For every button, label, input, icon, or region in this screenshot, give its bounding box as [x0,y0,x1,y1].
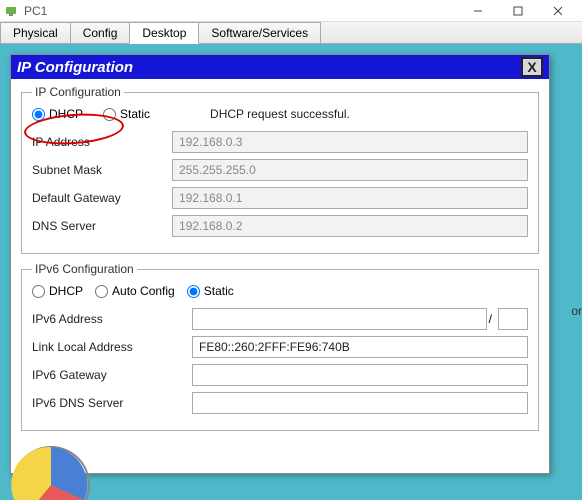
ipv6-dns-input[interactable] [192,392,528,414]
window-buttons [458,1,578,21]
subnet-mask-input[interactable] [172,159,528,181]
dialog-title: IP Configuration [17,59,133,76]
tab-physical[interactable]: Physical [0,22,71,43]
pie-chart-icon[interactable] [6,440,96,500]
dns-label: DNS Server [32,219,172,233]
ipv6-dhcp-radio[interactable]: DHCP [32,284,83,298]
static-label: Static [120,107,150,121]
tab-bar: Physical Config Desktop Software/Service… [0,22,582,44]
ipv6-configuration-group: IPv6 Configuration DHCP Auto Config Stat… [21,262,539,431]
dhcp-label: DHCP [49,107,83,121]
ipv6-dns-label: IPv6 DNS Server [32,396,192,410]
ip-config-legend: IP Configuration [32,85,124,99]
link-local-label: Link Local Address [32,340,192,354]
ipv6-config-legend: IPv6 Configuration [32,262,137,276]
gateway-input[interactable] [172,187,528,209]
ipv6-dhcp-label: DHCP [49,284,83,298]
desktop-workspace: or IP Configuration X IP Configuration D… [0,44,582,500]
ip-configuration-group: IP Configuration DHCP Static DHCP reques… [21,85,539,254]
window-title: PC1 [24,4,458,18]
ip-config-dialog: IP Configuration X IP Configuration DHCP… [10,54,550,474]
maximize-button[interactable] [498,1,538,21]
dhcp-radio-input[interactable] [32,108,45,121]
ipv6-address-label: IPv6 Address [32,312,192,326]
ipv6-gateway-input[interactable] [192,364,528,386]
ipv6-address-input[interactable] [192,308,487,330]
ipv6-gateway-label: IPv6 Gateway [32,368,192,382]
ipv6-dhcp-radio-input[interactable] [32,285,45,298]
ipv6-auto-radio[interactable]: Auto Config [95,284,175,298]
prefix-separator: / [489,312,492,326]
ip-address-label: IP Address [32,135,172,149]
static-radio-input[interactable] [103,108,116,121]
ipv6-static-radio-input[interactable] [187,285,200,298]
dhcp-status: DHCP request successful. [210,107,350,121]
tab-software[interactable]: Software/Services [198,22,321,43]
tab-desktop[interactable]: Desktop [129,22,199,44]
tab-config[interactable]: Config [70,22,131,43]
ip-address-input[interactable] [172,131,528,153]
dialog-close-button[interactable]: X [521,57,543,77]
minimize-button[interactable] [458,1,498,21]
ipv6-prefix-input[interactable] [498,308,528,330]
close-button[interactable] [538,1,578,21]
subnet-mask-label: Subnet Mask [32,163,172,177]
gateway-label: Default Gateway [32,191,172,205]
dhcp-radio[interactable]: DHCP [32,107,83,121]
dialog-header: IP Configuration X [11,55,549,79]
window-titlebar: PC1 [0,0,582,22]
ipv6-auto-label: Auto Config [112,284,175,298]
app-icon [4,4,18,18]
background-text-fragment: or [571,304,582,318]
ipv6-static-radio[interactable]: Static [187,284,234,298]
dns-input[interactable] [172,215,528,237]
ipv6-auto-radio-input[interactable] [95,285,108,298]
link-local-input[interactable] [192,336,528,358]
static-radio[interactable]: Static [103,107,150,121]
ipv6-static-label: Static [204,284,234,298]
